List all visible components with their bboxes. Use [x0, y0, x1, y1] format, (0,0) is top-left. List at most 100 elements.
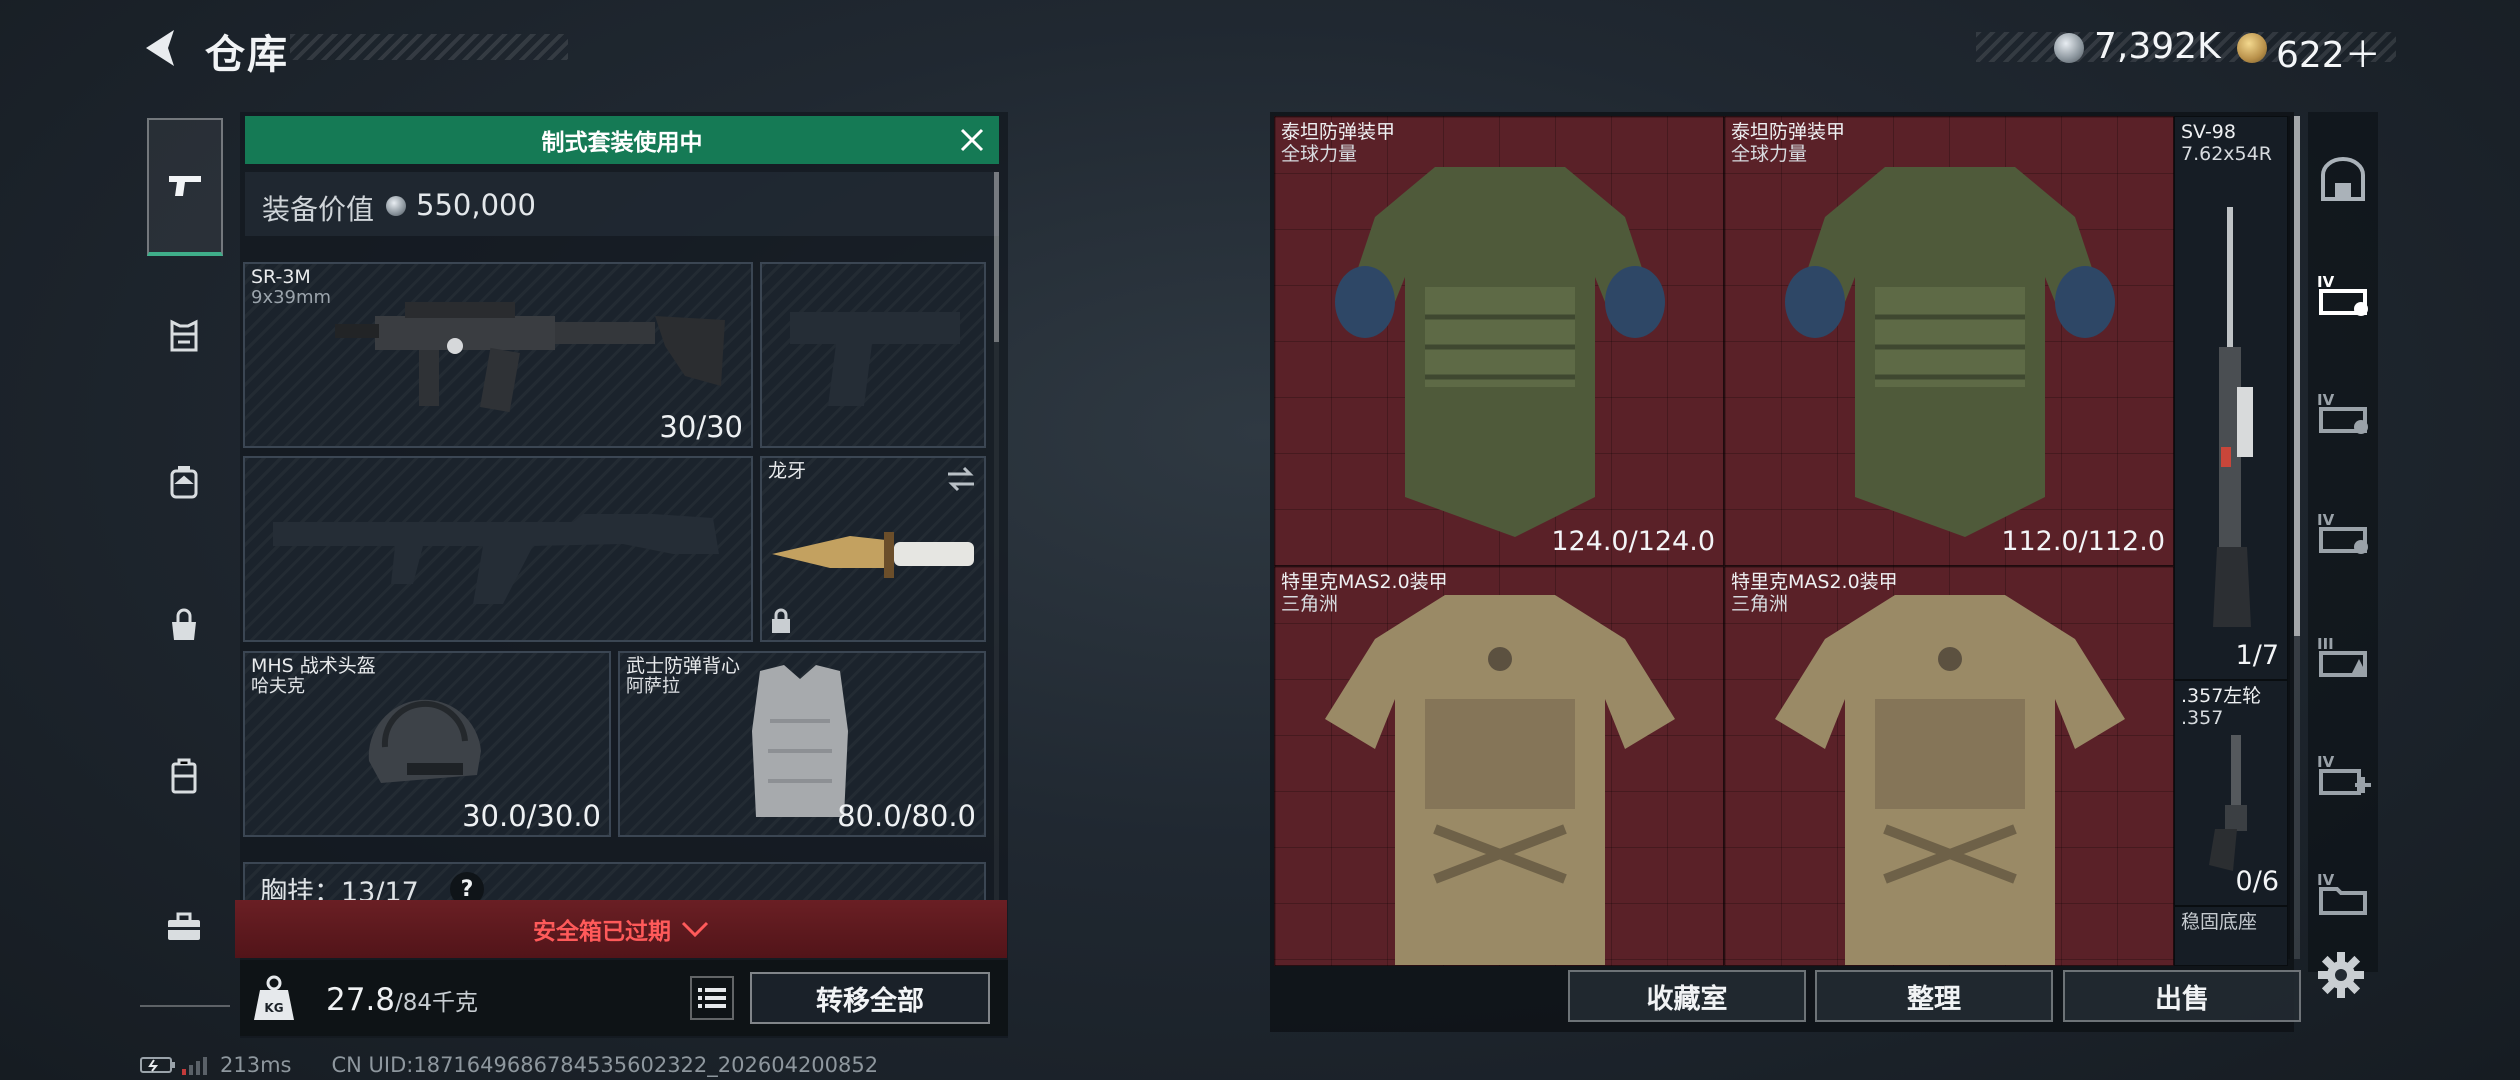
helmet-durability: 30.0/30.0: [462, 799, 601, 833]
svg-text:III: III: [2317, 635, 2334, 653]
weapon-name: SR-3M: [251, 266, 311, 288]
sidebar-divider: [140, 1005, 230, 1007]
svg-text:IV: IV: [2317, 511, 2335, 529]
tier4-folder-tab-icon: IV: [2317, 871, 2367, 915]
pistol-silhouette-icon: [790, 312, 960, 406]
list-icon: [698, 988, 726, 1008]
helmet-name: MHS 战术头盔: [251, 655, 376, 677]
item-ammo: 1/7: [2235, 640, 2279, 671]
helmet-slot[interactable]: MHS 战术头盔 哈夫克 30.0/30.0: [243, 651, 611, 837]
home-tab-icon: [2321, 157, 2365, 201]
back-arrow-icon: [146, 30, 174, 66]
gold-currency-value[interactable]: 622＋: [2276, 26, 2381, 78]
tactical-helmet-image: [368, 699, 481, 783]
back-button[interactable]: [138, 26, 182, 70]
storage-item-titan-armor-1[interactable]: 泰坦防弹装甲 全球力量 124.0/124.0: [1274, 116, 1724, 566]
sv98-rifle-image: [2213, 207, 2253, 627]
item-name: .357左轮: [2181, 685, 2262, 707]
close-banner-button[interactable]: [956, 124, 988, 156]
item-brand: 三角洲: [1281, 593, 1339, 615]
sort-button[interactable]: 整理: [1815, 970, 2053, 1022]
storage-tab-iii[interactable]: III: [2312, 626, 2374, 688]
item-ammo: 0/6: [2235, 866, 2279, 897]
secondary-weapon-slot-empty[interactable]: [243, 456, 753, 642]
silver-coin-icon: [386, 196, 406, 216]
sell-button[interactable]: 出售: [2063, 970, 2301, 1022]
rifle-silhouette-icon: [273, 514, 719, 604]
bag-icon: [172, 608, 196, 640]
melee-slot[interactable]: 龙牙: [760, 456, 986, 642]
equipment-value-label: 装备价值: [262, 193, 375, 226]
safe-box-expired-bar[interactable]: 安全箱已过期: [235, 900, 1007, 958]
category-case[interactable]: [148, 740, 220, 812]
item-brand: 三角洲: [1731, 593, 1789, 615]
dragon-fang-knife-image: [772, 532, 974, 578]
titan-armor-image: [1785, 167, 2115, 537]
carry-weight-value: 27.8: [326, 982, 396, 1018]
category-backpack[interactable]: [148, 445, 220, 517]
tier4-storage-tab-2-icon: IV: [2317, 391, 2368, 434]
melee-name: 龙牙: [768, 460, 807, 482]
svg-text:KG: KG: [264, 1001, 283, 1015]
ping-value: 213ms: [220, 1053, 292, 1077]
tier3-storage-tab-icon: III: [2317, 635, 2367, 677]
pistol-slot-empty[interactable]: [760, 262, 986, 448]
loadout-scroll-thumb[interactable]: [994, 172, 999, 342]
user-uid: CN UID:1871649686784535602322_2026042008…: [331, 1053, 879, 1077]
storage-item-357-revolver[interactable]: .357左轮 .357 0/6: [2174, 680, 2288, 906]
item-durability: 124.0/124.0: [1551, 526, 1715, 557]
storage-tab-iv-folder[interactable]: IV: [2312, 862, 2374, 924]
swap-icon[interactable]: [946, 466, 976, 492]
storage-tab-iv-3[interactable]: IV: [2312, 502, 2374, 564]
item-name: SV-98: [2181, 121, 2236, 143]
storage-item-sv98[interactable]: SV-98 7.62x54R 1/7: [2174, 116, 2288, 680]
item-name: 泰坦防弹装甲: [1281, 121, 1396, 143]
storage-tab-iv-2[interactable]: IV: [2312, 382, 2374, 444]
status-bar: 213ms CN UID:1871649686784535602322_2026…: [140, 1050, 878, 1080]
list-view-button[interactable]: [690, 976, 734, 1020]
signal-icon: [182, 1057, 207, 1075]
item-brand: 全球力量: [1281, 143, 1358, 165]
storage-tab-iv-add[interactable]: IV: [2312, 744, 2374, 806]
item-durability: 112.0/112.0: [2001, 526, 2165, 557]
safe-box-expired-text: 安全箱已过期: [533, 919, 671, 945]
item-caliber: 7.62x54R: [2181, 143, 2272, 165]
equipment-value: 550,000: [416, 188, 536, 222]
transfer-all-button[interactable]: 转移全部: [750, 972, 990, 1024]
silver-currency-value: 7,392K: [2094, 26, 2221, 67]
category-weapon[interactable]: [147, 118, 223, 256]
gear-icon[interactable]: [2316, 950, 2366, 1000]
storage-item-stable-base[interactable]: 稳固底座: [2174, 906, 2288, 966]
pistol-icon: [169, 176, 201, 196]
storage-item-titan-armor-2[interactable]: 泰坦防弹装甲 全球力量 112.0/112.0: [1724, 116, 2174, 566]
svg-text:IV: IV: [2317, 391, 2335, 409]
body-armor-slot[interactable]: 武士防弹背心 阿萨拉 80.0/80.0: [618, 651, 986, 837]
kit-in-use-banner: 制式套装使用中: [245, 116, 999, 164]
storage-tab-home[interactable]: [2312, 148, 2374, 210]
svg-text:IV: IV: [2317, 871, 2335, 889]
svg-text:IV: IV: [2317, 753, 2335, 771]
page-title: 仓库: [205, 32, 289, 78]
trike-armor-image: [1325, 595, 1675, 965]
trike-armor-image: [1775, 595, 2125, 965]
carry-weight: 27.8/84千克: [326, 982, 478, 1018]
ammo-count: 30/30: [659, 410, 743, 444]
item-caliber: .357: [2181, 707, 2224, 729]
storage-item-trike-armor-1[interactable]: 特里克MAS2.0装甲 三角洲: [1274, 566, 1724, 966]
storage-scroll-thumb[interactable]: [2294, 116, 2300, 636]
item-brand: 全球力量: [1731, 143, 1808, 165]
category-toolbox[interactable]: [148, 890, 220, 962]
weapon-caliber: 9x39mm: [251, 287, 332, 308]
collection-room-button[interactable]: 收藏室: [1568, 970, 1806, 1022]
gold-coin-icon[interactable]: [2237, 33, 2267, 63]
svg-text:IV: IV: [2317, 273, 2335, 291]
category-bag[interactable]: [148, 590, 220, 662]
primary-weapon-slot[interactable]: SR-3M 9x39mm 30/30: [243, 262, 753, 448]
category-chest-rig[interactable]: [148, 300, 220, 372]
storage-item-trike-armor-2[interactable]: 特里克MAS2.0装甲 三角洲: [1724, 566, 2174, 966]
storage-tab-iv-1[interactable]: IV: [2312, 264, 2374, 326]
tier4-add-tab-icon: IV: [2317, 753, 2371, 795]
item-name: 泰坦防弹装甲: [1731, 121, 1846, 143]
backpack-icon: [170, 466, 198, 499]
helmet-brand: 哈夫克: [251, 676, 305, 697]
